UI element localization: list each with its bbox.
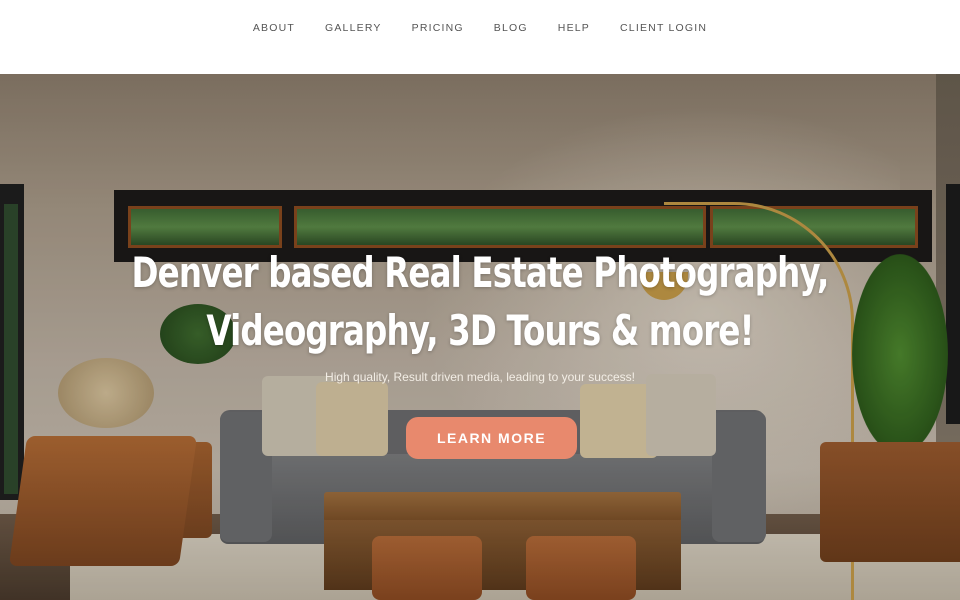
nav-item-about: ABOUT	[253, 18, 295, 36]
nav-link-blog[interactable]: BLOG	[494, 22, 528, 34]
nav-item-pricing: PRICING	[412, 18, 464, 36]
hero-section: Denver based Real Estate Photography, Vi…	[0, 74, 960, 600]
nav-link-pricing[interactable]: PRICING	[412, 22, 464, 34]
nav-link-help[interactable]: HELP	[558, 22, 590, 34]
nav-item-help: HELP	[558, 18, 590, 36]
nav-item-client-login: CLIENT LOGIN	[620, 18, 707, 36]
nav-list: ABOUT GALLERY PRICING BLOG HELP CLIENT L…	[0, 18, 960, 36]
hero-subheading: High quality, Result driven media, leadi…	[325, 370, 635, 384]
nav-item-blog: BLOG	[494, 18, 528, 36]
headline-line-1: Denver based Real Estate Photography,	[131, 248, 830, 297]
nav-link-client-login[interactable]: CLIENT LOGIN	[620, 22, 707, 34]
nav-link-about[interactable]: ABOUT	[253, 22, 295, 34]
top-navigation: ABOUT GALLERY PRICING BLOG HELP CLIENT L…	[0, 0, 960, 74]
headline-line-2: Videography, 3D Tours & more!	[206, 306, 754, 355]
nav-link-gallery[interactable]: GALLERY	[325, 22, 382, 34]
hero-headline: Denver based Real Estate Photography, Vi…	[67, 244, 893, 360]
learn-more-button[interactable]: LEARN MORE	[406, 417, 577, 459]
nav-item-gallery: GALLERY	[325, 18, 382, 36]
